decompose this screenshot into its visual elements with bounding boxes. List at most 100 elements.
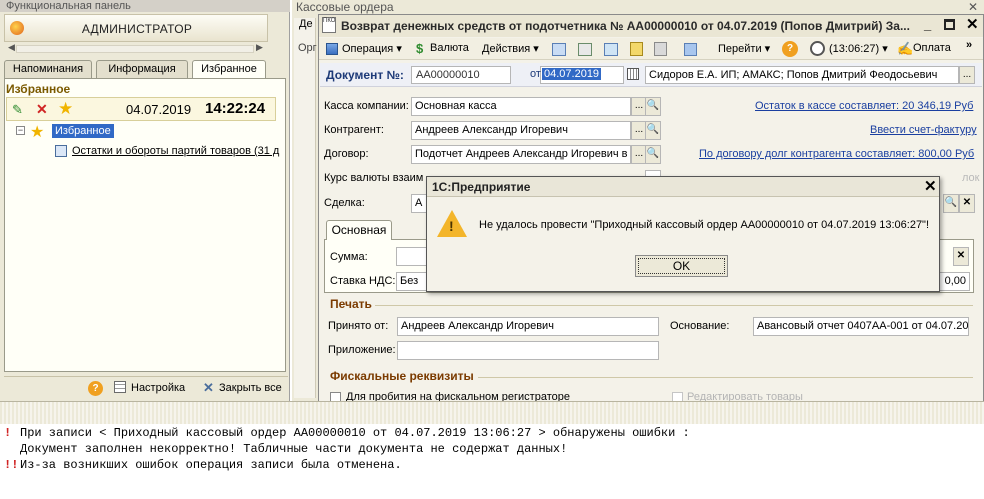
attachment-field[interactable] xyxy=(397,341,659,360)
log-message[interactable]: Документ заполнен некорректно! Табличные… xyxy=(20,442,567,456)
goto-icon[interactable] xyxy=(684,43,697,56)
horizontal-scrollbar[interactable] xyxy=(16,45,254,53)
current-date: 04.07.2019 xyxy=(126,102,192,117)
accepted-from-label: Принято от: xyxy=(328,320,389,332)
scroll-right-icon[interactable]: ▶ xyxy=(256,42,263,53)
deal-search-icon[interactable]: 🔍 xyxy=(943,194,959,213)
minimize-icon[interactable]: _ xyxy=(924,17,931,32)
report-icon xyxy=(55,145,67,157)
operation-menu[interactable]: Операция ▾ xyxy=(342,42,402,55)
refresh-icon[interactable] xyxy=(604,43,618,56)
critical-error-mark-icon: !! xyxy=(4,458,19,472)
cash-orders-close-icon[interactable]: ✕ xyxy=(968,0,978,14)
goto-menu[interactable]: Перейти ▾ xyxy=(718,42,770,55)
document-number-field[interactable]: АА00000010 xyxy=(411,66,511,84)
calendar-icon[interactable] xyxy=(627,68,639,80)
user-bar: АДМИНИСТРАТОР xyxy=(4,14,268,42)
cash-field[interactable]: Основная касса xyxy=(411,97,631,116)
exchange-rate-label: Курс валюты взаим xyxy=(324,172,424,184)
contractor-search-icon[interactable]: 🔍 xyxy=(645,121,661,140)
user-name: АДМИНИСТРАТОР xyxy=(81,22,193,36)
cash-orders-window-title: Кассовые ордера xyxy=(296,0,394,14)
cash-orders-org-label: Орг xyxy=(298,42,317,54)
edit-pencil-icon[interactable]: ✎ xyxy=(12,102,23,118)
deal-clear-icon[interactable]: ✕ xyxy=(959,194,975,213)
tab-information[interactable]: Информация xyxy=(96,60,188,78)
currency-button[interactable]: Валюта xyxy=(430,42,469,54)
favorites-header: Избранное xyxy=(6,82,71,96)
disabled-checkbox-label: лок xyxy=(962,172,980,184)
favorite-folder-star-icon: ★ xyxy=(30,124,45,141)
enter-invoice-link[interactable]: Ввести счет-фактуру xyxy=(870,124,977,136)
document-close-icon[interactable]: ✕ xyxy=(966,15,979,33)
delete-icon[interactable]: ✕ xyxy=(36,101,48,118)
clock-icon[interactable] xyxy=(810,41,825,56)
cash-orders-list-edge xyxy=(294,18,316,398)
scroll-left-icon[interactable]: ◀ xyxy=(8,42,15,53)
tree-item-report-link[interactable]: Остатки и обороты партий товаров (31 д xyxy=(72,145,282,157)
contractor-field[interactable]: Андреев Александр Игоревич xyxy=(411,121,631,140)
operation-icon[interactable] xyxy=(326,43,338,55)
document-title: Возврат денежных средств от подотчетника… xyxy=(341,19,910,33)
ok-button[interactable]: OK xyxy=(635,255,728,277)
contract-search-icon[interactable]: 🔍 xyxy=(645,145,661,164)
attachment-label: Приложение: xyxy=(328,344,396,356)
help-icon[interactable]: ? xyxy=(88,381,103,396)
favorites-panel xyxy=(4,78,286,372)
document-time-menu[interactable]: (13:06:27) ▾ xyxy=(829,42,888,55)
document-date-label: от xyxy=(530,68,541,80)
function-panel-title: Функциональная панель xyxy=(0,0,290,12)
error-mark-icon: ! xyxy=(4,426,12,440)
document-pko-icon: ПКО xyxy=(322,17,336,33)
maximize-icon[interactable] xyxy=(944,19,955,30)
print-section-header: Печать xyxy=(330,297,372,311)
cash-orders-column-label: Де xyxy=(299,18,313,30)
payment-icon[interactable]: ✍ xyxy=(897,41,913,57)
error-dialog-message: Не удалось провести "Приходный кассовый … xyxy=(479,219,930,231)
log-message[interactable]: При записи < Приходный кассовый ордер АА… xyxy=(20,426,690,440)
organization-choose-button[interactable]: ... xyxy=(959,66,975,84)
close-all-button[interactable]: Закрыть все xyxy=(219,382,282,394)
contract-field[interactable]: Подотчет Андреев Александр Игоревич в ..… xyxy=(411,145,631,164)
basis-label: Основание: xyxy=(670,320,730,332)
add-favorite-star-icon[interactable]: ★ xyxy=(58,99,73,119)
current-time: 14:22:24 xyxy=(205,100,266,117)
post-document-icon[interactable] xyxy=(552,43,566,56)
contract-debt-link[interactable]: По договору долг контрагента составляет:… xyxy=(699,148,974,160)
deal-label: Сделка: xyxy=(324,197,365,209)
save-document-icon[interactable] xyxy=(578,43,592,56)
tab-main[interactable]: Основная xyxy=(326,220,392,240)
basis-field[interactable]: Авансовый отчет 0407АА-001 от 04.07.20 xyxy=(753,317,969,336)
error-dialog-close-icon[interactable]: ✕ xyxy=(924,177,937,195)
cash-search-icon[interactable]: 🔍 xyxy=(645,97,661,116)
structure-icon[interactable] xyxy=(630,42,643,56)
toolbar-more-icon[interactable]: » xyxy=(966,39,972,51)
log-message[interactable]: Из-за возникших ошибок операция записи б… xyxy=(20,458,402,472)
warning-exclamation-icon: ! xyxy=(449,218,454,234)
fiscal-section-header: Фискальные реквизиты xyxy=(330,369,474,383)
message-window-splitter[interactable] xyxy=(0,401,984,424)
close-all-icon[interactable]: ✕ xyxy=(203,380,214,396)
vat-rate-label: Ставка НДС: xyxy=(330,275,396,287)
settings-icon[interactable] xyxy=(114,381,126,393)
sum-clear-icon[interactable]: ✕ xyxy=(953,247,969,266)
toolbar-help-icon[interactable]: ? xyxy=(782,41,798,57)
vat-amount-field[interactable]: 0,00 xyxy=(936,272,970,291)
organization-field[interactable]: Сидоров Е.А. ИП; АМАКС; Попов Дмитрий Фе… xyxy=(645,66,959,84)
currency-dollar-icon[interactable]: $ xyxy=(416,41,423,56)
sum-label: Сумма: xyxy=(330,251,368,263)
payment-button[interactable]: Оплата xyxy=(913,42,951,54)
accepted-from-field[interactable]: Андреев Александр Игоревич xyxy=(397,317,659,336)
fiscal-section-divider xyxy=(478,377,973,378)
contract-label: Договор: xyxy=(324,148,369,160)
cash-balance-link[interactable]: Остаток в кассе составляет: 20 346,19 Ру… xyxy=(755,100,973,112)
settings-button[interactable]: Настройка xyxy=(131,382,185,394)
tab-reminders[interactable]: Напоминания xyxy=(4,60,92,78)
tab-favorites[interactable]: Избранное xyxy=(192,60,266,79)
actions-menu[interactable]: Действия ▾ xyxy=(482,42,539,55)
tree-collapse-icon[interactable]: − xyxy=(16,126,25,135)
movements-icon[interactable] xyxy=(654,42,667,56)
contractor-label: Контрагент: xyxy=(324,124,384,136)
document-date-value[interactable]: 04.07.2019 xyxy=(542,68,602,80)
tree-item-favorites[interactable]: Избранное xyxy=(52,124,114,138)
